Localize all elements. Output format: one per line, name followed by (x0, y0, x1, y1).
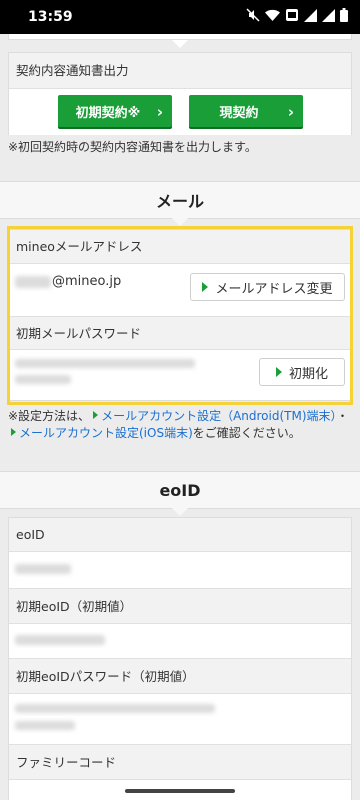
mail-note-prefix: ※設定方法は、 (8, 409, 91, 423)
contract-buttons-row: 初期契約※ › 現契約 › (9, 89, 351, 135)
play-icon (275, 367, 282, 377)
battery-icon (340, 8, 348, 26)
current-contract-label: 現契約 (219, 105, 259, 121)
note-separator: ・ (336, 409, 349, 423)
status-bar: 13:59 (0, 0, 360, 34)
link-arrow-icon (11, 428, 16, 436)
data-icon (285, 8, 299, 26)
mail-box: mineoメールアドレス @mineo.jp メールアドレス変更 初期メールパス… (8, 229, 352, 401)
reset-label: 初期化 (288, 366, 328, 382)
eoid-section-title: eoID (0, 471, 360, 509)
masked-initial-password (15, 704, 215, 713)
page-content: 契約内容通知書出力 初期契約※ › 現契約 › ※初回契約時の契約内容通知書を出… (0, 34, 360, 800)
change-mail-button[interactable]: メールアドレス変更 (190, 273, 345, 301)
initial-contract-button[interactable]: 初期契約※ › (58, 95, 172, 127)
chevron-right-icon: › (156, 103, 163, 121)
home-indicator[interactable] (125, 789, 235, 793)
eoid-label: eoID (9, 518, 351, 552)
mail-note: ※設定方法は、 メールアカウント設定（Android(TM)端末）・メールアカウン… (8, 408, 352, 442)
ios-setting-link[interactable]: メールアカウント設定(iOS端末) (19, 426, 193, 440)
mail-address-label: mineoメールアドレス (9, 230, 351, 264)
play-icon (202, 282, 209, 292)
contract-notice-box: 契約内容通知書出力 初期契約※ › 現契約 › (8, 52, 352, 135)
link-arrow-icon (93, 411, 99, 419)
mail-title-text: メール (155, 192, 204, 211)
mail-password-row: 初期化 (9, 350, 351, 400)
mail-address-row: @mineo.jp メールアドレス変更 (9, 264, 351, 316)
mute-icon (246, 8, 260, 26)
contract-notice-label: 契約内容通知書出力 (9, 53, 351, 89)
family-code-label: ファミリーコード (9, 744, 351, 780)
status-time: 13:59 (28, 9, 73, 25)
eoid-title-text: eoID (159, 480, 201, 500)
reset-password-button[interactable]: 初期化 (259, 358, 345, 386)
section-arrow (172, 40, 188, 48)
signal-icon (304, 8, 317, 26)
masked-password (15, 359, 195, 368)
change-mail-label: メールアドレス変更 (215, 281, 333, 297)
android-setting-link[interactable]: メールアカウント設定（Android(TM)端末） (101, 409, 336, 423)
masked-initial-password-2 (15, 721, 75, 730)
mail-section-title: メール (0, 181, 360, 219)
section-arrow (172, 508, 188, 516)
current-contract-button[interactable]: 現契約 › (189, 95, 303, 127)
initial-eoid-label: 初期eoID（初期値） (9, 588, 351, 624)
initial-eoid-row (9, 624, 351, 658)
signal-icon-2 (322, 8, 335, 26)
masked-password-2 (15, 375, 71, 384)
section-arrow (172, 218, 188, 226)
initial-eoid-password-label: 初期eoIDパスワード（初期値） (9, 658, 351, 694)
initial-contract-label: 初期契約※ (75, 105, 141, 121)
masked-initial-eoid (15, 635, 105, 645)
initial-eoid-password-row (9, 694, 351, 744)
mail-password-label: 初期メールパスワード (9, 316, 351, 350)
mail-note-suffix: をご確認ください。 (192, 426, 301, 440)
contract-note: ※初回契約時の契約内容通知書を出力します。 (8, 140, 257, 154)
status-icons (246, 8, 348, 26)
eoid-box: eoID 初期eoID（初期値） 初期eoIDパスワード（初期値） ファミリーコ… (8, 517, 352, 800)
eoid-value-row (9, 552, 351, 588)
chevron-right-icon: › (287, 103, 294, 121)
mail-domain: @mineo.jp (52, 274, 122, 289)
masked-eoid (15, 564, 71, 574)
wifi-icon (265, 9, 280, 26)
masked-mail-user (15, 276, 51, 288)
